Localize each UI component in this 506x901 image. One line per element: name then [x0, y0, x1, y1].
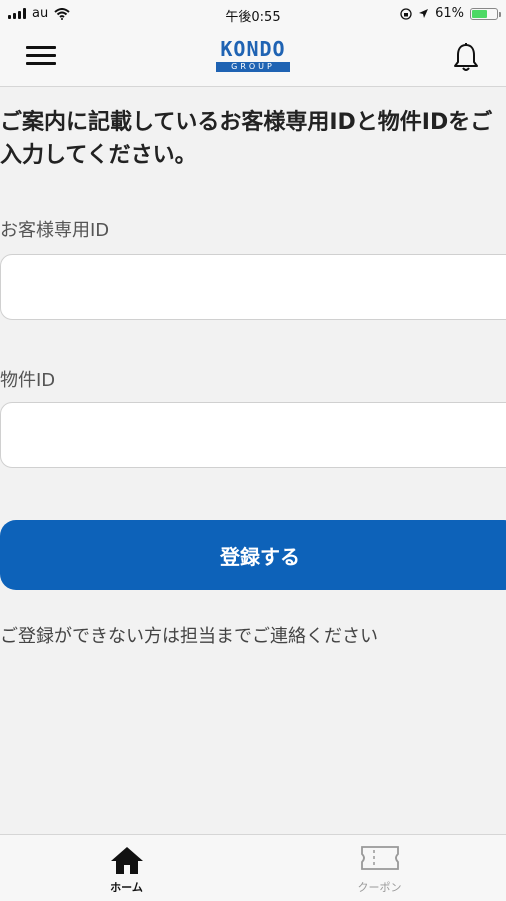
logo-main-text: KONDO — [220, 37, 286, 61]
kondo-group-logo: KONDO GROUP — [216, 38, 290, 78]
tab-home[interactable]: ホーム — [0, 835, 253, 901]
battery-level — [472, 9, 487, 18]
register-button[interactable]: 登録する — [0, 520, 506, 590]
bell-icon[interactable] — [452, 42, 480, 72]
customer-id-input[interactable] — [0, 254, 506, 320]
tab-bar: ホーム クーポン — [0, 834, 506, 901]
logo-sub-text: GROUP — [216, 62, 290, 72]
status-right: 61% — [400, 6, 501, 21]
home-icon — [110, 847, 143, 874]
battery-percent: 61% — [435, 6, 464, 21]
battery-icon — [470, 7, 501, 20]
tab-coupon[interactable]: クーポン — [253, 835, 506, 901]
tab-coupon-label: クーポン — [357, 881, 402, 894]
intro-text: ご案内に記載しているお客様専用IDと物件IDをご入力してください。 — [0, 110, 493, 168]
customer-id-label: お客様専用ID — [0, 220, 110, 241]
status-bar: au 午後0:55 61% — [0, 0, 506, 28]
nav-bar: KONDO GROUP — [0, 28, 506, 87]
orientation-lock-icon — [400, 7, 412, 20]
location-arrow-icon — [419, 9, 429, 18]
help-text: ご登録ができない方は担当までご連絡ください — [0, 626, 378, 647]
property-id-label: 物件ID — [0, 370, 56, 391]
tab-home-label: ホーム — [110, 881, 143, 894]
property-id-input[interactable] — [0, 402, 506, 468]
coupon-icon — [360, 846, 399, 870]
battery-tip — [499, 11, 501, 17]
hamburger-menu-icon[interactable] — [26, 44, 56, 68]
